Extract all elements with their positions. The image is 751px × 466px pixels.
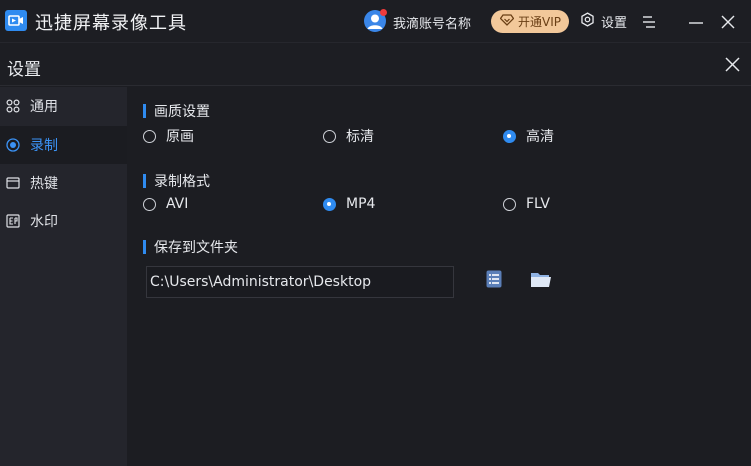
radio-label: FLV [526,196,550,212]
format-option-flv[interactable]: FLV [503,196,550,212]
section-marker [143,174,146,188]
app-logo-icon [5,10,27,31]
radio-checked-icon [323,197,336,211]
sidebar-item-label: 水印 [30,214,58,230]
section-marker [143,240,146,254]
settings-sidebar: 通用 录制 热键 水印 [0,87,127,466]
sidebar-item-label: 通用 [30,99,58,115]
radio-label: 标清 [346,129,374,145]
quality-option-original[interactable]: 原画 [143,126,194,146]
radio-checked-icon [503,129,516,143]
radio-unchecked-icon [143,129,156,143]
sidebar-item-hotkey[interactable]: 热键 [0,164,127,202]
record-icon [6,138,20,152]
keyboard-icon [6,176,20,190]
section-title-text: 录制格式 [154,174,210,190]
format-option-mp4[interactable]: MP4 [323,196,375,212]
radio-unchecked-icon [143,197,156,211]
close-icon[interactable] [720,14,736,30]
sidebar-item-record[interactable]: 录制 [0,126,127,164]
format-section-title: 录制格式 [143,171,210,191]
gear-icon [580,12,595,31]
radio-label: 原画 [166,129,194,145]
file-list-icon[interactable] [486,270,502,288]
radio-unchecked-icon [503,197,516,211]
minimize-icon[interactable] [688,14,704,30]
save-section-title: 保存到文件夹 [143,237,238,257]
vip-label: 开通VIP [518,15,561,29]
sidebar-item-watermark[interactable]: 水印 [0,202,127,240]
settings-button[interactable]: 设置 [580,12,627,31]
radio-unchecked-icon [323,129,336,143]
format-option-avi[interactable]: AVI [143,196,188,212]
grid-icon [6,99,20,113]
notification-dot-icon [380,9,387,16]
record-settings-panel: 画质设置 原画 标清 高清 录制格式 AVI MP4 FLV 保存到文件夹 [127,87,751,466]
save-path-input[interactable] [146,266,454,298]
settings-title: 设置 [7,60,41,80]
settings-label: 设置 [601,16,628,31]
title-bar: 迅捷屏幕录像工具 我滴账号名称 开通VIP 设置 [0,0,751,42]
watermark-icon [6,214,20,228]
section-marker [143,104,146,118]
diamond-icon [499,14,515,29]
open-folder-icon[interactable] [530,271,552,288]
settings-header: 设置 [0,42,751,86]
user-name[interactable]: 我滴账号名称 [393,13,471,32]
radio-label: MP4 [346,196,376,212]
sidebar-item-general[interactable]: 通用 [0,87,127,125]
radio-label: AVI [166,196,189,212]
app-title: 迅捷屏幕录像工具 [35,13,187,34]
menu-icon[interactable] [641,14,657,30]
quality-section-title: 画质设置 [143,101,210,121]
quality-option-standard[interactable]: 标清 [323,126,374,146]
section-title-text: 画质设置 [154,104,210,120]
sidebar-item-label: 录制 [30,138,58,154]
quality-option-high[interactable]: 高清 [503,126,554,146]
section-title-text: 保存到文件夹 [154,240,238,256]
settings-close-icon[interactable] [724,56,741,73]
vip-button[interactable]: 开通VIP [491,10,569,33]
sidebar-item-label: 热键 [30,176,58,192]
radio-label: 高清 [526,129,554,145]
